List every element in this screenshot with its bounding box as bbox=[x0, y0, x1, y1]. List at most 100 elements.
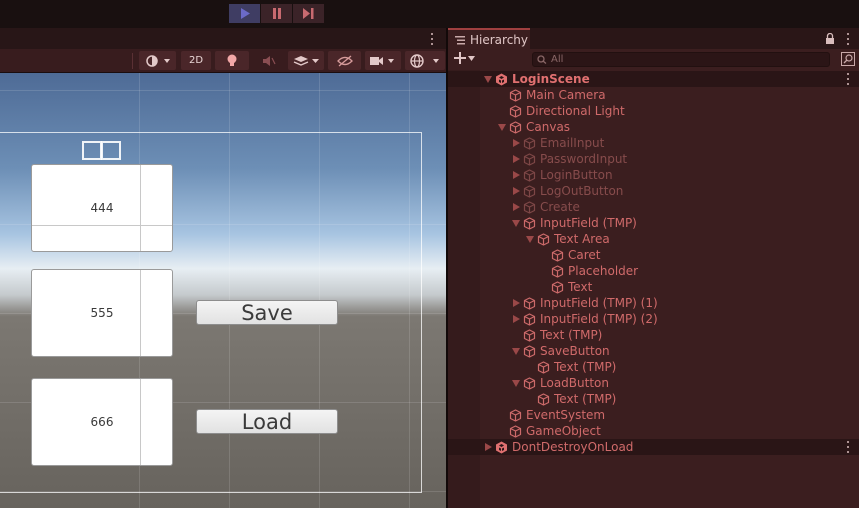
hierarchy-item[interactable]: PasswordInput bbox=[448, 151, 859, 167]
chevron-down-icon[interactable] bbox=[498, 124, 506, 131]
effects-dropdown[interactable] bbox=[288, 51, 324, 70]
hierarchy-item-label: GameObject bbox=[526, 424, 601, 438]
hierarchy-item[interactable]: GameObject bbox=[448, 423, 859, 439]
draw-mode-dropdown[interactable] bbox=[139, 51, 176, 70]
chevron-down-icon[interactable] bbox=[484, 76, 492, 83]
pause-icon bbox=[272, 8, 281, 19]
play-button[interactable] bbox=[229, 4, 260, 23]
cube-icon bbox=[523, 185, 536, 198]
hierarchy-item-label: InputField (TMP) (2) bbox=[540, 312, 658, 326]
hierarchy-scene-row[interactable]: DontDestroyOnLoad bbox=[448, 439, 859, 455]
chevron-right-icon[interactable] bbox=[513, 187, 520, 195]
chevron-down-icon[interactable] bbox=[512, 348, 520, 355]
guide-line bbox=[140, 270, 141, 356]
play-toolbar bbox=[0, 0, 859, 28]
input-field-card[interactable]: 666 bbox=[31, 378, 173, 466]
hierarchy-item[interactable]: SaveButton bbox=[448, 343, 859, 359]
hierarchy-item[interactable]: Directional Light bbox=[448, 103, 859, 119]
cube-icon bbox=[523, 377, 536, 390]
hierarchy-item-label: LoginScene bbox=[512, 72, 590, 86]
hierarchy-search[interactable] bbox=[532, 52, 830, 67]
hierarchy-scene-row[interactable]: LoginScene bbox=[448, 71, 859, 87]
pause-button[interactable] bbox=[261, 4, 292, 23]
chevron-down-icon[interactable] bbox=[512, 380, 520, 387]
step-button[interactable] bbox=[293, 4, 324, 23]
input-field-card[interactable]: 444 bbox=[31, 164, 173, 252]
hierarchy-item[interactable]: InputField (TMP) bbox=[448, 215, 859, 231]
hierarchy-item[interactable]: Text (TMP) bbox=[448, 327, 859, 343]
cube-icon bbox=[509, 121, 522, 134]
input-field-card[interactable]: 555 bbox=[31, 269, 173, 357]
search-by-type-icon[interactable] bbox=[841, 52, 855, 66]
hierarchy-item[interactable]: EmailInput bbox=[448, 135, 859, 151]
audio-mute-icon bbox=[263, 55, 276, 66]
hierarchy-item-label: PasswordInput bbox=[540, 152, 628, 166]
hierarchy-item[interactable]: Text (TMP) bbox=[448, 391, 859, 407]
cube-icon bbox=[523, 153, 536, 166]
hierarchy-item[interactable]: InputField (TMP) (2) bbox=[448, 311, 859, 327]
scene-viewport[interactable]: 444 555 666 Save Load bbox=[0, 73, 446, 508]
unity-scene-icon bbox=[496, 73, 507, 86]
chevron-right-icon[interactable] bbox=[513, 171, 520, 179]
unity-editor: 2D 444 555 666 Save Load Hierarchy All L… bbox=[0, 0, 859, 508]
camera-dropdown[interactable] bbox=[365, 51, 401, 70]
hidden-eye-icon bbox=[336, 55, 353, 66]
kebab-menu-icon[interactable] bbox=[846, 33, 850, 45]
hierarchy-item-label: EventSystem bbox=[526, 408, 606, 422]
cube-icon bbox=[537, 361, 550, 374]
chevron-right-icon[interactable] bbox=[513, 139, 520, 147]
hierarchy-item-label: InputField (TMP) (1) bbox=[540, 296, 658, 310]
chevron-right-icon[interactable] bbox=[513, 299, 520, 307]
chevron-down-icon[interactable] bbox=[526, 236, 534, 243]
camera-icon bbox=[370, 56, 394, 65]
add-icon bbox=[454, 52, 466, 64]
kebab-menu-icon[interactable] bbox=[846, 73, 850, 85]
hierarchy-item[interactable]: Caret bbox=[448, 247, 859, 263]
tab-hierarchy[interactable]: Hierarchy bbox=[448, 28, 530, 50]
small-ui-element[interactable] bbox=[101, 141, 121, 160]
kebab-menu-icon[interactable] bbox=[430, 33, 434, 45]
scene-visibility-toggle[interactable] bbox=[328, 51, 361, 70]
hierarchy-item[interactable]: Canvas bbox=[448, 119, 859, 135]
hierarchy-item[interactable]: LoginButton bbox=[448, 167, 859, 183]
hierarchy-item-label: InputField (TMP) bbox=[540, 216, 637, 230]
hierarchy-item[interactable]: LogOutButton bbox=[448, 183, 859, 199]
hierarchy-item[interactable]: InputField (TMP) (1) bbox=[448, 295, 859, 311]
load-button-label: Load bbox=[241, 409, 293, 434]
small-ui-element[interactable] bbox=[82, 141, 102, 160]
hierarchy-item-label: Text (TMP) bbox=[554, 392, 617, 406]
lighting-toggle[interactable] bbox=[215, 51, 249, 70]
mode-2d-toggle[interactable]: 2D bbox=[181, 51, 211, 70]
hierarchy-item[interactable]: EventSystem bbox=[448, 407, 859, 423]
audio-toggle[interactable] bbox=[253, 51, 285, 70]
cube-icon bbox=[509, 105, 522, 118]
hierarchy-item-label: Create bbox=[540, 200, 580, 214]
chevron-right-icon[interactable] bbox=[513, 315, 520, 323]
chevron-right-icon[interactable] bbox=[485, 443, 492, 451]
load-button[interactable]: Load bbox=[196, 409, 338, 434]
chevron-right-icon[interactable] bbox=[513, 203, 520, 211]
search-input[interactable] bbox=[551, 54, 801, 65]
save-button[interactable]: Save bbox=[196, 300, 338, 325]
shading-mode-icon bbox=[145, 54, 170, 67]
chevron-down-icon[interactable] bbox=[512, 220, 520, 227]
hierarchy-item-label: LoginButton bbox=[540, 168, 613, 182]
hierarchy-item[interactable]: Text bbox=[448, 279, 859, 295]
hierarchy-item-label: Caret bbox=[568, 248, 601, 262]
gizmos-dropdown[interactable] bbox=[405, 51, 445, 70]
hierarchy-item[interactable]: Main Camera bbox=[448, 87, 859, 103]
cube-icon bbox=[551, 281, 564, 294]
kebab-menu-icon[interactable] bbox=[846, 441, 850, 453]
create-dropdown[interactable] bbox=[454, 52, 475, 64]
cube-icon bbox=[523, 217, 536, 230]
hierarchy-item[interactable]: Create bbox=[448, 199, 859, 215]
cube-icon bbox=[551, 265, 564, 278]
guide-line bbox=[32, 225, 172, 226]
hierarchy-item[interactable]: LoadButton bbox=[448, 375, 859, 391]
lock-icon[interactable] bbox=[825, 33, 835, 44]
hierarchy-item[interactable]: Text Area bbox=[448, 231, 859, 247]
chevron-right-icon[interactable] bbox=[513, 155, 520, 163]
hierarchy-item[interactable]: Text (TMP) bbox=[448, 359, 859, 375]
save-button-label: Save bbox=[241, 300, 293, 325]
hierarchy-item[interactable]: Placeholder bbox=[448, 263, 859, 279]
